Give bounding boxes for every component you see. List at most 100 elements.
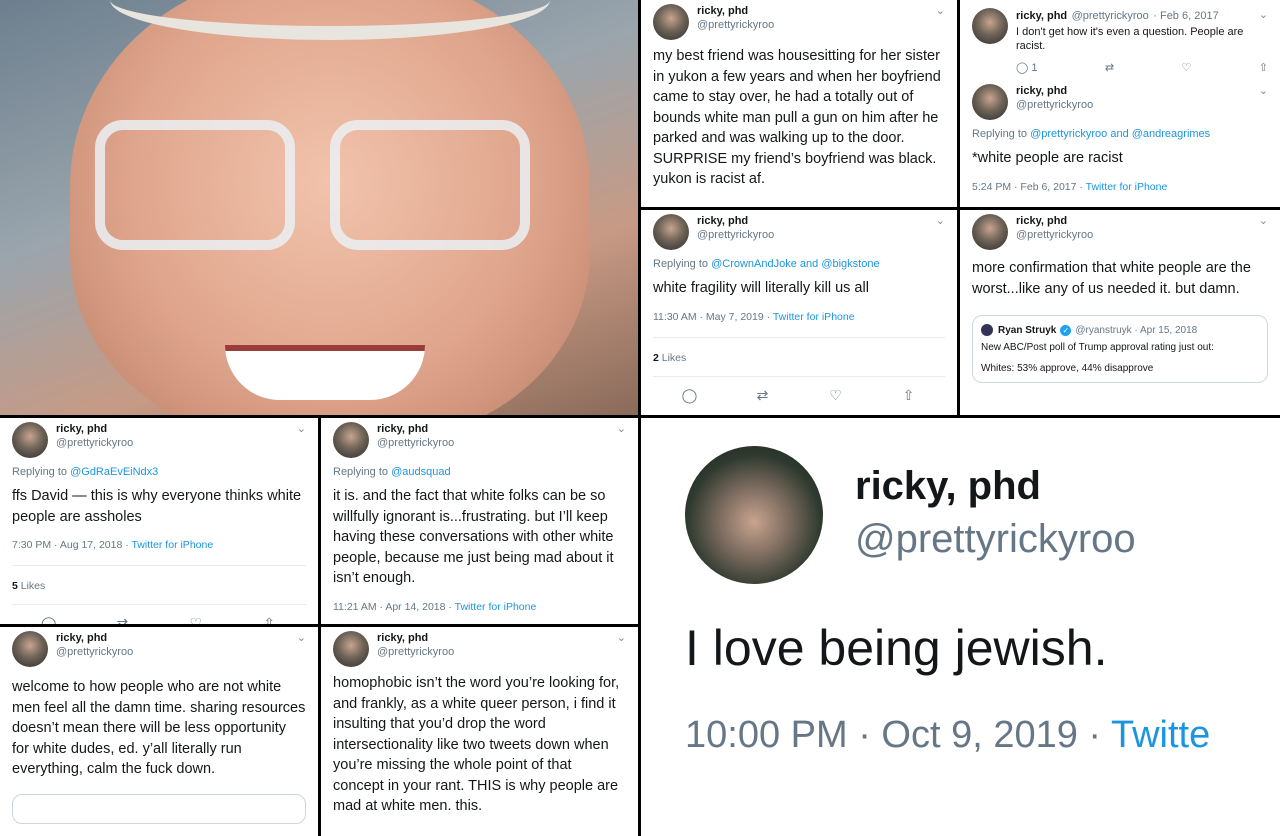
tweet-card[interactable]: ricky, phd @prettyrickyroo ⌄ homophobic i… bbox=[321, 627, 638, 836]
tweet-time[interactable]: 11:21 AM · Apr 14, 2018 · bbox=[333, 601, 455, 613]
tweet-time[interactable]: 11:30 AM · May 7, 2019 · bbox=[653, 311, 773, 323]
retweet-icon[interactable]: ⇄ bbox=[753, 387, 773, 404]
tweet-card[interactable]: ricky, phd @prettyrickyroo ⌄ Replying to … bbox=[321, 418, 638, 624]
likes-label: Likes bbox=[17, 580, 46, 592]
quote-handle: @ryanstruyk · Apr 15, 2018 bbox=[1075, 324, 1198, 336]
avatar[interactable] bbox=[12, 631, 48, 667]
handle[interactable]: @prettyrickyroo bbox=[1016, 228, 1093, 242]
tweet-source[interactable]: Twitter for iPhone bbox=[773, 311, 855, 323]
tweet-card[interactable]: ricky, phd @prettyrickyroo ⌄ welcome to h… bbox=[0, 627, 318, 836]
avatar[interactable] bbox=[685, 446, 823, 584]
handle[interactable]: @prettyrickyroo bbox=[697, 18, 774, 32]
likes-count[interactable]: 5 Likes bbox=[12, 565, 306, 592]
display-name[interactable]: ricky, phd bbox=[1016, 84, 1093, 98]
avatar[interactable] bbox=[972, 84, 1008, 120]
chevron-down-icon[interactable]: ⌄ bbox=[1259, 84, 1268, 97]
chevron-down-icon[interactable]: ⌄ bbox=[617, 422, 626, 435]
quoted-tweet[interactable]: Ryan Struyk ✓ @ryanstruyk · Apr 15, 2018… bbox=[972, 315, 1268, 383]
reply-icon[interactable]: ◯ bbox=[39, 615, 59, 624]
reply-to-link[interactable]: @GdRaEvEiNdx3 bbox=[70, 466, 158, 478]
display-name[interactable]: ricky, phd bbox=[1016, 10, 1067, 22]
tweet-card[interactable]: ricky, phd @prettyrickyroo ⌄ my best frie… bbox=[641, 0, 957, 207]
avatar[interactable] bbox=[333, 631, 369, 667]
tweet-header: ricky, phd @prettyrickyroo ⌄ bbox=[12, 422, 306, 458]
avatar[interactable] bbox=[653, 214, 689, 250]
tweet-date[interactable]: · Feb 6, 2017 bbox=[1153, 10, 1218, 22]
display-name[interactable]: ricky, phd bbox=[1016, 214, 1093, 228]
avatar[interactable] bbox=[653, 4, 689, 40]
retweet-icon[interactable]: ⇄ bbox=[112, 615, 132, 624]
chevron-down-icon[interactable]: ⌄ bbox=[297, 631, 306, 644]
like-icon[interactable]: ♡ bbox=[826, 387, 846, 404]
tweet-meta: 11:30 AM · May 7, 2019 · Twitter for iPh… bbox=[653, 311, 945, 323]
tweet-header: ricky, phd @prettyrickyroo bbox=[685, 446, 1280, 584]
tweet-header: ricky, phd @prettyrickyroo ⌄ bbox=[653, 4, 945, 40]
tweet-card[interactable]: ricky, phd @prettyrickyroo ⌄ Replying to … bbox=[0, 418, 318, 624]
tweet-card[interactable]: ricky, phd @prettyrickyroo I love being … bbox=[641, 418, 1280, 836]
tweet-actions: ◯ ⇄ ♡ ⇧ bbox=[12, 604, 306, 624]
tweet-card[interactable]: ricky, phd @prettyrickyroo ⌄ more confirm… bbox=[960, 210, 1280, 415]
verified-icon: ✓ bbox=[1060, 324, 1072, 336]
reply-icon[interactable]: ◯ 1 bbox=[1016, 61, 1038, 74]
like-icon[interactable]: ♡ bbox=[1182, 61, 1192, 74]
display-name[interactable]: ricky, phd bbox=[697, 4, 774, 18]
display-name[interactable]: ricky, phd bbox=[377, 631, 454, 645]
display-name[interactable]: ricky, phd bbox=[56, 422, 133, 436]
share-icon[interactable]: ⇧ bbox=[899, 387, 919, 404]
handle[interactable]: @prettyrickyroo bbox=[1016, 98, 1093, 112]
handle[interactable]: @prettyrickyroo bbox=[1072, 10, 1149, 22]
chevron-down-icon[interactable]: ⌄ bbox=[936, 4, 945, 17]
likes-count[interactable]: 2 Likes bbox=[653, 336, 945, 364]
handle[interactable]: @prettyrickyroo bbox=[377, 436, 454, 450]
avatar[interactable] bbox=[972, 8, 1008, 44]
tweet-source[interactable]: Twitter for iPhone bbox=[455, 601, 537, 613]
tweet-text: I don't get how it's even a question. Pe… bbox=[1016, 26, 1244, 52]
avatar[interactable] bbox=[972, 214, 1008, 250]
tweet-source[interactable]: Twitter for iPhone bbox=[1086, 181, 1168, 193]
glasses-left-lens bbox=[95, 120, 295, 250]
tweet-time[interactable]: 7:30 PM · Aug 17, 2018 · bbox=[12, 539, 131, 551]
reply-to-link[interactable]: @CrownAndJoke and @bigkstone bbox=[711, 258, 879, 270]
reply-icon[interactable]: ◯ bbox=[680, 387, 700, 404]
tweet-source[interactable]: Twitte bbox=[1111, 714, 1210, 756]
smile-shape bbox=[225, 345, 425, 400]
share-icon[interactable]: ⇧ bbox=[259, 615, 279, 624]
tweet-actions: ◯ ⇄ ♡ ⇧ bbox=[653, 375, 945, 404]
reply-to-link[interactable]: @audsquad bbox=[391, 466, 451, 478]
tweet-text: *white people are racist bbox=[972, 150, 1123, 166]
tweet-text: it is. and the fact that white folks can… bbox=[333, 488, 614, 586]
tweet-time[interactable]: 5:24 PM · Feb 6, 2017 · bbox=[972, 181, 1086, 193]
avatar[interactable] bbox=[333, 422, 369, 458]
avatar[interactable] bbox=[12, 422, 48, 458]
tweet-meta: 5:24 PM · Feb 6, 2017 · Twitter for iPho… bbox=[972, 181, 1268, 193]
tweet-card[interactable]: ricky, phd @prettyrickyroo ⌄ Replying to … bbox=[641, 210, 957, 415]
like-icon[interactable]: ♡ bbox=[186, 615, 206, 624]
handle[interactable]: @prettyrickyroo bbox=[56, 645, 133, 659]
chevron-down-icon[interactable]: ⌄ bbox=[617, 631, 626, 644]
display-name[interactable]: ricky, phd bbox=[56, 631, 133, 645]
chevron-down-icon[interactable]: ⌄ bbox=[1259, 214, 1268, 227]
profile-photo bbox=[0, 0, 638, 415]
tweet-card[interactable]: ricky, phd @prettyrickyroo · Feb 6, 2017… bbox=[960, 0, 1280, 207]
display-name[interactable]: ricky, phd bbox=[377, 422, 454, 436]
display-name[interactable]: ricky, phd bbox=[697, 214, 774, 228]
replying-label: Replying to bbox=[12, 466, 71, 478]
tweet-text: I love being jewish. bbox=[685, 620, 1108, 676]
chevron-down-icon[interactable]: ⌄ bbox=[1259, 8, 1268, 21]
tweet-source[interactable]: Twitter for iPhone bbox=[131, 539, 213, 551]
display-name[interactable]: ricky, phd bbox=[855, 462, 1136, 510]
share-icon[interactable]: ⇧ bbox=[1259, 61, 1268, 74]
handle[interactable]: @prettyrickyroo bbox=[377, 645, 454, 659]
tweet-time[interactable]: 10:00 PM · Oct 9, 2019 · bbox=[685, 714, 1111, 756]
tweet-header: ricky, phd @prettyrickyroo ⌄ bbox=[333, 422, 626, 458]
quoted-tweet[interactable] bbox=[12, 793, 306, 824]
chevron-down-icon[interactable]: ⌄ bbox=[936, 214, 945, 227]
chevron-down-icon[interactable]: ⌄ bbox=[297, 422, 306, 435]
handle[interactable]: @prettyrickyroo bbox=[697, 228, 774, 242]
handle[interactable]: @prettyrickyroo bbox=[855, 510, 1136, 568]
replying-to: Replying to @prettyrickyroo and @andreag… bbox=[972, 128, 1268, 140]
handle[interactable]: @prettyrickyroo bbox=[56, 436, 133, 450]
reply-to-link[interactable]: @prettyrickyroo and @andreagrimes bbox=[1030, 128, 1210, 140]
retweet-icon[interactable]: ⇄ bbox=[1105, 61, 1114, 74]
tweet-text: ffs David — this is why everyone thinks … bbox=[12, 488, 302, 525]
